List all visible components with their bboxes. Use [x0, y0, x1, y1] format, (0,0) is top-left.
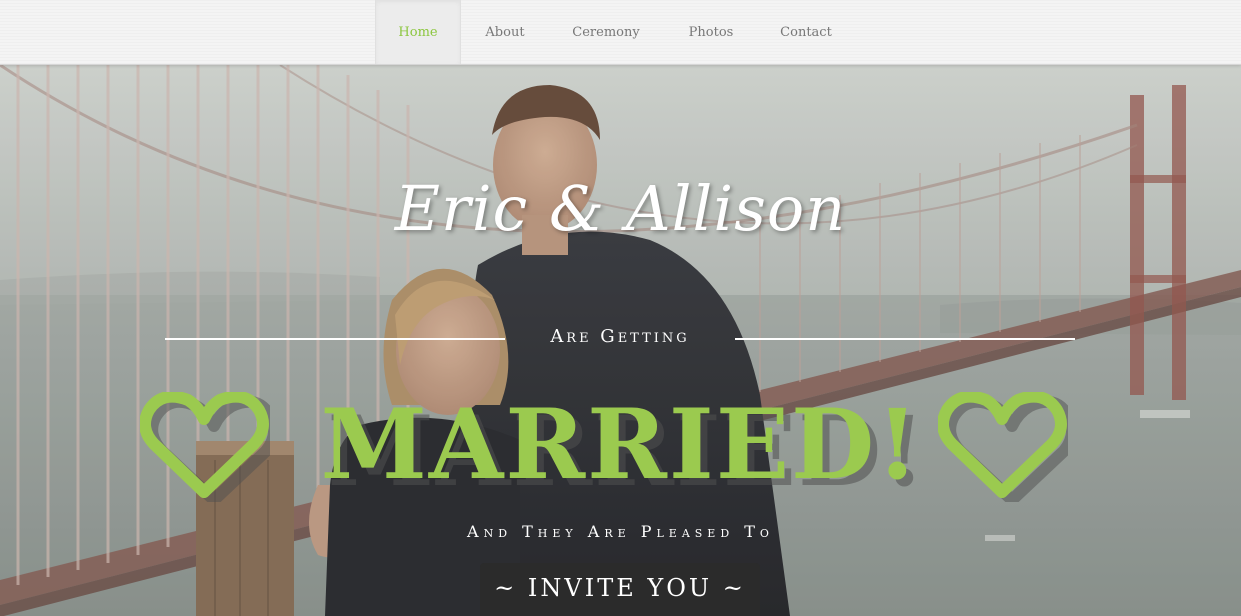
- nav-item-about[interactable]: About: [461, 0, 549, 64]
- heart-outline-icon: [938, 392, 1068, 502]
- are-getting-text: Are Getting: [550, 326, 690, 347]
- divider-right: [735, 338, 1075, 340]
- divider-left: [165, 338, 505, 340]
- nav-item-home[interactable]: Home: [375, 0, 461, 64]
- couple-names: Eric & Allison: [394, 172, 847, 245]
- nav-item-photos[interactable]: Photos: [663, 0, 759, 64]
- nav-item-ceremony[interactable]: Ceremony: [549, 0, 663, 64]
- nav-item-contact[interactable]: Contact: [759, 0, 853, 64]
- pleased-to-text: And They Are Pleased To: [467, 522, 774, 541]
- invite-you-button[interactable]: ~ INVITE YOU ~: [480, 563, 760, 616]
- top-navigation: Home About Ceremony Photos Contact: [0, 0, 1241, 65]
- nav-menu: Home About Ceremony Photos Contact: [375, 0, 853, 64]
